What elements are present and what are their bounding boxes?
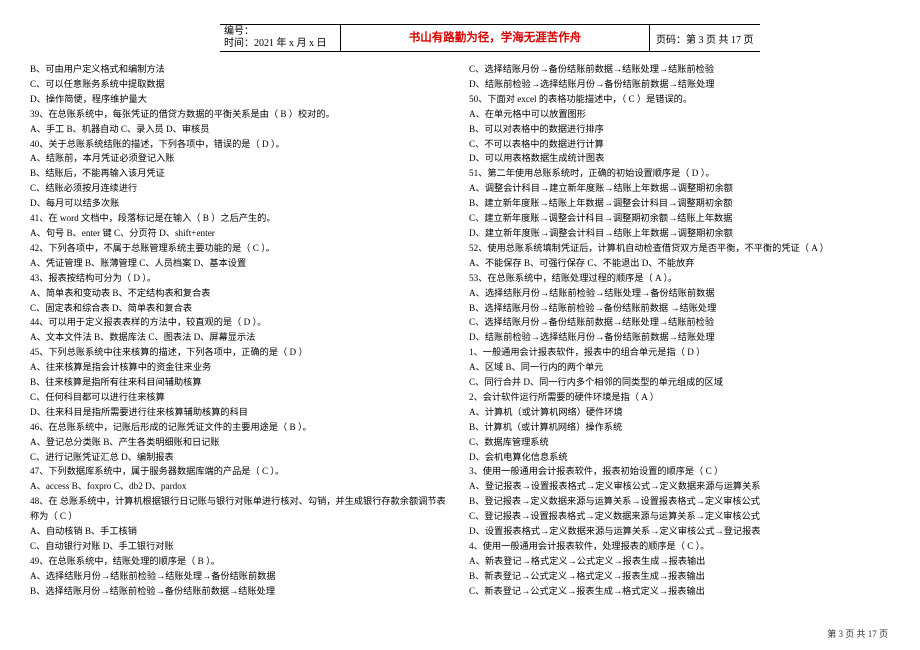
text-line: B、选择结账月份→结账前检验→备份结账前数据 →结账处理 bbox=[469, 301, 890, 316]
text-line: C、可以任意账务系统中提取数据 bbox=[30, 77, 451, 92]
text-line: B、计算机（或计算机网络）操作系统 bbox=[469, 420, 890, 435]
text-line: 45、下列总账系统中往来核算的描述，下列各项中，正确的是（ D ） bbox=[30, 345, 451, 360]
text-line: 49、在总账系统中，结账处理的顺序是（ B ）。 bbox=[30, 554, 451, 569]
text-line: C、进行记账凭证汇总 D、编制报表 bbox=[30, 450, 451, 465]
text-line: A、登记报表→设置报表格式→定义审核公式→定义数据来源与运算关系 bbox=[469, 479, 890, 494]
text-line: A、自动核销 B、手工核销 bbox=[30, 524, 451, 539]
text-line: 50、下面对 excel 的表格功能描述中，（ C ）是错误的。 bbox=[469, 92, 890, 107]
doc-id-label: 编号： bbox=[224, 26, 340, 39]
text-line: B、结账后，不能再输入该月凭证 bbox=[30, 166, 451, 181]
header-row: 编号： 时间：2021 年 x 月 x 日 书山有路勤为径，学海无涯苦作舟 页码… bbox=[220, 25, 760, 51]
text-line: D、可以用表格数据生成统计图表 bbox=[469, 151, 890, 166]
text-line: C、任何科目都可以进行往来核算 bbox=[30, 390, 451, 405]
text-line: C、新表登记→公式定义→报表生成→格式定义→报表输出 bbox=[469, 584, 890, 599]
text-line: 44、可以用于定义报表表样的方法中，较直观的是（ D ）。 bbox=[30, 315, 451, 330]
text-line: A、计算机（或计算机网络）硬件环境 bbox=[469, 405, 890, 420]
text-line: 53、在总账系统中，结账处理过程的顺序是（ A ）。 bbox=[469, 271, 890, 286]
text-line: C、选择结账月份→备份结账前数据→结账处理→结账前检验 bbox=[469, 315, 890, 330]
content-columns: B、可由用户定义格式和编制方法C、可以任意账务系统中提取数据D、操作简便，程序维… bbox=[30, 62, 890, 599]
left-column: B、可由用户定义格式和编制方法C、可以任意账务系统中提取数据D、操作简便，程序维… bbox=[30, 62, 451, 599]
text-line: B、可以对表格中的数据进行排序 bbox=[469, 122, 890, 137]
text-line: C、自动银行对账 D、手工银行对账 bbox=[30, 539, 451, 554]
text-line: A、简单表和变动表 B、不定结构表和复合表 bbox=[30, 286, 451, 301]
text-line: 47、下列数据库系统中，属于服务器数据库端的产品是（ C ）。 bbox=[30, 464, 451, 479]
text-line: 4、使用一般通用会计报表软件，处理报表的顺序是（ C ）。 bbox=[469, 539, 890, 554]
text-line: 51、第二年使用总账系统时，正确的初始设置顺序是（ D ）。 bbox=[469, 166, 890, 181]
text-line: A、手工 B、机器自动 C、录入员 D、审核员 bbox=[30, 122, 451, 137]
text-line: A、新表登记→格式定义→公式定义→报表生成→报表输出 bbox=[469, 554, 890, 569]
text-line: B、登记报表→定义数据来源与运算关系→设置报表格式→定义审核公式 bbox=[469, 494, 890, 509]
text-line: 52、使用总账系统填制凭证后，计算机自动检查借贷双方是否平衡，不平衡的凭证（ A… bbox=[469, 241, 890, 256]
text-line: 称为（ C ） bbox=[30, 509, 451, 524]
text-line: A、access B、foxpro C、db2 D、pardox bbox=[30, 479, 451, 494]
text-line: A、凭证管理 B、账薄管理 C、人员档案 D、基本设置 bbox=[30, 256, 451, 271]
text-line: A、调整会计科目→建立新年度账→结账上年数据→调整期初余额 bbox=[469, 181, 890, 196]
header-page-label: 页码：第 3 页 共 17 页 bbox=[650, 31, 760, 46]
text-line: 46、在总账系统中，记账后形成的记账凭证文件的主要用途是（ B ）。 bbox=[30, 420, 451, 435]
text-line: D、会机电算化信息系统 bbox=[469, 450, 890, 465]
text-line: A、结账前，本月凭证必须登记入账 bbox=[30, 151, 451, 166]
text-line: D、设置报表格式→定义数据来源与运算关系→定义审核公式→登记报表 bbox=[469, 524, 890, 539]
text-line: 1、一般通用会计报表软件，报表中的组合单元是指（ D ） bbox=[469, 345, 890, 360]
text-line: A、文本文件法 B、数据库法 C、图表法 D、屏幕显示法 bbox=[30, 330, 451, 345]
text-line: 3、使用一般通用会计报表软件，报表初始设置的顺序是（ C ） bbox=[469, 464, 890, 479]
text-line: A、选择结账月份→结账前检验→结账处理→备份结账前数据 bbox=[30, 569, 451, 584]
text-line: A、在单元格中可以放置图形 bbox=[469, 107, 890, 122]
text-line: D、操作简便，程序维护量大 bbox=[30, 92, 451, 107]
text-line: A、选择结账月份→结账前检验→结账处理→备份结账前数据 bbox=[469, 286, 890, 301]
text-line: A、往来核算是指会计核算中的资金往来业务 bbox=[30, 360, 451, 375]
text-line: B、往来核算是指所有往来科目间辅助核算 bbox=[30, 375, 451, 390]
text-line: A、登记总分类账 B、产生各类明细账和日记账 bbox=[30, 435, 451, 450]
text-line: C、固定表和综合表 D、简单表和复合表 bbox=[30, 301, 451, 316]
text-line: D、往来科目是指所需要进行往来核算辅助核算的科目 bbox=[30, 405, 451, 420]
text-line: C、选择结账月份→备份结账前数据→结账处理→结账前检验 bbox=[469, 62, 890, 77]
text-line: B、建立新年度账→结账上年数据→调整会计科目→调整期初余额 bbox=[469, 196, 890, 211]
page-footer: 第 3 页 共 17 页 bbox=[827, 627, 888, 640]
text-line: C、不可以表格中的数据进行计算 bbox=[469, 137, 890, 152]
text-line: 40、关于总账系统结账的描述，下列各项中，错误的是（ D ）。 bbox=[30, 137, 451, 152]
header-left-block: 编号： 时间：2021 年 x 月 x 日 bbox=[220, 26, 340, 51]
doc-time-label: 时间：2021 年 x 月 x 日 bbox=[224, 38, 340, 51]
text-line: C、结账必须按月连续进行 bbox=[30, 181, 451, 196]
text-line: D、建立新年度账→调整会计科目→结账上年数据→调整期初余额 bbox=[469, 226, 890, 241]
header-motto: 书山有路勤为径，学海无涯苦作舟 bbox=[340, 25, 650, 51]
text-line: B、新表登记→公式定义→格式定义→报表生成→报表输出 bbox=[469, 569, 890, 584]
text-line: 2、会计软件运行所需要的硬件环境是指（ A ） bbox=[469, 390, 890, 405]
text-line: B、选择结账月份→结账前检验→备份结账前数据→结账处理 bbox=[30, 584, 451, 599]
text-line: 48、在 总账系统中，计算机根据银行日记账与银行对账单进行核对、勾销，并生成银行… bbox=[30, 494, 451, 509]
text-line: C、登记报表→设置报表格式→定义数据来源与运算关系→定义审核公式 bbox=[469, 509, 890, 524]
text-line: D、结账前检验→选择结账月份→备份结账前数据→结账处理 bbox=[469, 77, 890, 92]
text-line: 39、在总账系统中，每张凭证的借贷方数据的平衡关系是由（ B ）校对的。 bbox=[30, 107, 451, 122]
text-line: 43、报表按结构可分为（ D ）。 bbox=[30, 271, 451, 286]
text-line: 42、下列各项中，不属于总账管理系统主要功能的是（ C ）。 bbox=[30, 241, 451, 256]
page-header: 编号： 时间：2021 年 x 月 x 日 书山有路勤为径，学海无涯苦作舟 页码… bbox=[220, 24, 760, 52]
right-column: C、选择结账月份→备份结账前数据→结账处理→结账前检验D、结账前检验→选择结账月… bbox=[469, 62, 890, 599]
text-line: D、结账前检验→选择结账月份→备份结账前数据→结账处理 bbox=[469, 330, 890, 345]
text-line: C、同行合并 D、同一行内多个相邻的同类型的单元组成的区域 bbox=[469, 375, 890, 390]
text-line: D、每月可以结多次账 bbox=[30, 196, 451, 211]
text-line: C、数据库管理系统 bbox=[469, 435, 890, 450]
document-page: 编号： 时间：2021 年 x 月 x 日 书山有路勤为径，学海无涯苦作舟 页码… bbox=[0, 0, 920, 650]
text-line: A、不能保存 B、可强行保存 C、不能退出 D、不能放弃 bbox=[469, 256, 890, 271]
text-line: 41、在 word 文档中，段落标记是在输入（ B ）之后产生的。 bbox=[30, 211, 451, 226]
text-line: C、建立新年度账→调整会计科目→调整期初余额→结账上年数据 bbox=[469, 211, 890, 226]
text-line: A、区域 B、同一行内的两个单元 bbox=[469, 360, 890, 375]
text-line: B、可由用户定义格式和编制方法 bbox=[30, 62, 451, 77]
text-line: A、句号 B、enter 键 C、分页符 D、shift+enter bbox=[30, 226, 451, 241]
